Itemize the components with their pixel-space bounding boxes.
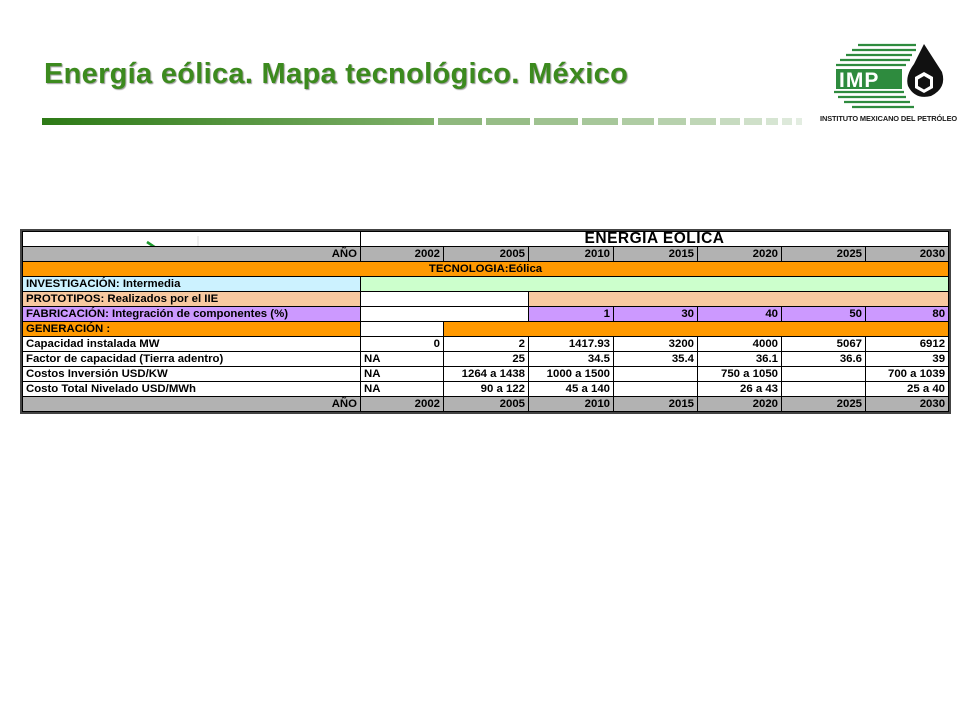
logo-caption: INSTITUTO MEXICANO DEL PETRÓLEO [820,114,958,123]
data-cell [781,381,866,397]
year-cell: 2020 [697,246,782,262]
row-label: Costo Total Nivelado USD/MWh [22,381,361,397]
imp-logo-mark-icon: IMP [834,43,944,109]
year-cell: 2025 [781,396,866,412]
data-cell [613,366,698,382]
data-cell: 1000 a 1500 [528,366,614,382]
prototypes-label: PROTOTIPOS: Realizados por el IIE [22,291,361,307]
year-cell: 2010 [528,396,614,412]
fabrication-label: FABRICACIÓN: Integración de componentes … [22,306,361,322]
generation-row: GENERACIÓN : [22,321,950,337]
table-header-title: ENERGIA EÓLICA [359,231,950,247]
data-cell: 2 [443,336,529,352]
year-cell: 2030 [864,246,950,262]
data-cell: NA [360,381,444,397]
fabrication-value: 80 [864,306,950,322]
data-cell [613,381,698,397]
year-cell: 2002 [360,396,444,412]
data-cell: 0 [360,336,444,352]
row-label: Factor de capacidad (Tierra adentro) [22,351,361,367]
data-cell: 5067 [781,336,866,352]
prototypes-gap [360,291,529,307]
research-bar [359,276,950,292]
year-label: AÑO [22,246,361,262]
year-cell: 2005 [443,246,529,262]
data-cell: 36.6 [781,351,866,367]
fabrication-value: 1 [528,306,614,322]
data-cell: 35.4 [613,351,698,367]
year-cell: 2005 [443,396,529,412]
year-cell: 2002 [360,246,444,262]
data-cell: NA [360,351,444,367]
investment-cost-row: Costos Inversión USD/KW NA 1264 a 1438 1… [22,366,950,382]
data-cell: 34.5 [528,351,614,367]
data-cell: 3200 [613,336,698,352]
research-label: INVESTIGACIÓN: Intermedia [22,276,361,292]
year-row-top: AÑO 2002 2005 2010 2015 2020 2025 2030 [22,246,950,262]
wind-energy-roadmap-table: ENERGIA EÓLICA AÑO 2002 2005 2010 2015 2… [19,229,952,414]
year-cell: 2025 [781,246,866,262]
data-cell: 26 a 43 [697,381,782,397]
year-row-bottom: AÑO 2002 2005 2010 2015 2020 2025 2030 [22,396,950,412]
technology-row: TECNOLOGIA:Eólica [21,261,950,277]
year-cell: 2010 [528,246,614,262]
year-cell: 2015 [613,246,698,262]
fabrication-gap [360,306,529,322]
imp-logo: IMP INSTITUTO MEXICANO DEL PETRÓLEO [820,38,958,130]
data-cell: 1417.93 [528,336,614,352]
wind-turbine-icon [146,236,199,246]
capacity-row: Capacidad instalada MW 0 2 1417.93 3200 … [22,336,950,352]
year-cell: 2015 [613,396,698,412]
row-label: Costos Inversión USD/KW [22,366,361,382]
generation-gap [360,321,444,337]
fabrication-value: 50 [781,306,866,322]
fabrication-value: 40 [697,306,782,322]
slide-title: Energía eólica. Mapa tecnológico. México [44,58,629,90]
data-cell: 6912 [864,336,950,352]
fabrication-value: 30 [613,306,698,322]
data-cell: 25 a 40 [864,381,950,397]
prototypes-bar [527,291,950,307]
data-cell: 39 [864,351,950,367]
research-row: INVESTIGACIÓN: Intermedia [22,276,950,292]
header-row: ENERGIA EÓLICA [22,231,950,247]
data-cell: 36.1 [697,351,782,367]
data-cell: 4000 [697,336,782,352]
generation-bar [442,321,950,337]
data-cell [781,366,866,382]
fabrication-row: FABRICACIÓN: Integración de componentes … [22,306,950,322]
data-cell: 750 a 1050 [697,366,782,382]
year-cell: 2030 [864,396,950,412]
levelized-cost-row: Costo Total Nivelado USD/MWh NA 90 a 122… [22,381,950,397]
year-label: AÑO [22,396,361,412]
data-cell: 25 [443,351,529,367]
technology-label: TECNOLOGIA:Eólica [21,261,950,277]
year-cell: 2020 [697,396,782,412]
data-cell: 45 a 140 [528,381,614,397]
svg-text:IMP: IMP [839,69,879,92]
prototypes-row: PROTOTIPOS: Realizados por el IIE [22,291,950,307]
row-label: Capacidad instalada MW [22,336,361,352]
data-cell: 700 a 1039 [864,366,950,382]
data-cell: 90 a 122 [443,381,529,397]
data-cell: 1264 a 1438 [443,366,529,382]
generation-label: GENERACIÓN : [22,321,361,337]
data-cell: NA [360,366,444,382]
wind-turbine-cell [22,231,361,247]
capacity-factor-row: Factor de capacidad (Tierra adentro) NA … [22,351,950,367]
